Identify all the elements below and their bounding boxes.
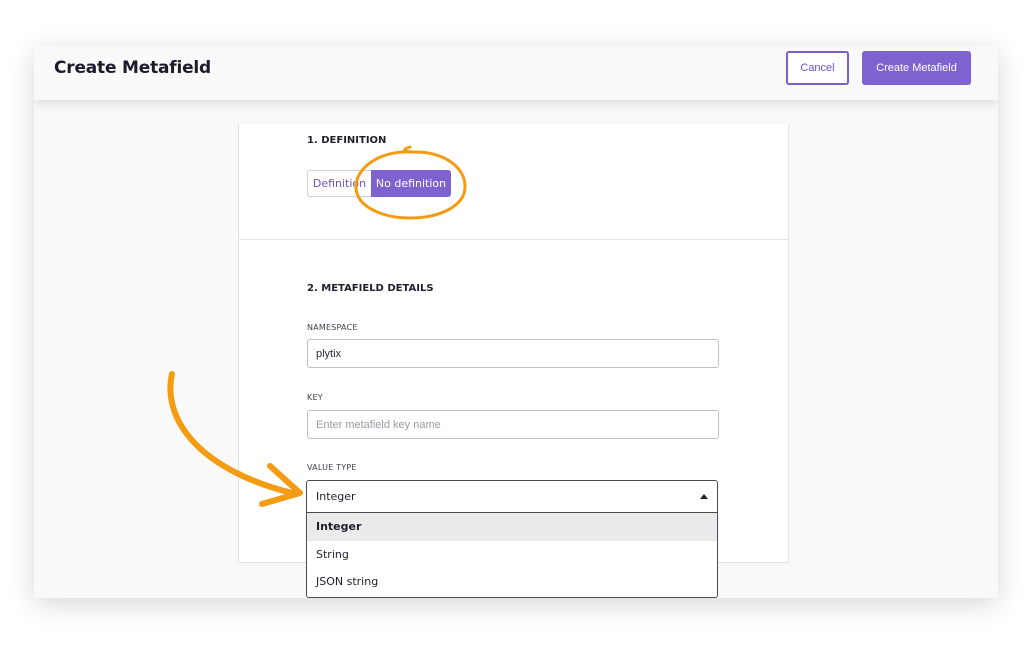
no-definition-toggle-option[interactable]: No definition [371,170,451,197]
caret-up-icon[interactable] [700,494,708,499]
namespace-input[interactable] [307,339,719,368]
key-label: KEY [307,393,323,402]
page-header: Create Metafield Cancel Create Metafield [34,46,998,100]
value-type-selected-value: Integer [316,490,356,503]
create-metafield-window: Create Metafield Cancel Create Metafield… [34,46,998,598]
key-input[interactable] [307,410,719,439]
value-type-dropdown: Integer String JSON string [306,513,718,598]
create-metafield-button[interactable]: Create Metafield [862,51,971,85]
value-type-option-json-string[interactable]: JSON string [307,568,717,596]
section-divider [239,239,788,240]
value-type-option-string[interactable]: String [307,541,717,569]
value-type-option-integer[interactable]: Integer [307,513,717,541]
cancel-button[interactable]: Cancel [786,51,849,85]
metafield-details-section-title: 2. METAFIELD DETAILS [307,283,434,294]
page-title: Create Metafield [54,58,212,78]
definition-section-title: 1. DEFINITION [307,135,387,146]
namespace-label: NAMESPACE [307,323,358,332]
value-type-select[interactable]: Integer [306,480,718,513]
value-type-label: VALUE TYPE [307,463,357,472]
definition-toggle-option[interactable]: Definition [307,170,371,197]
